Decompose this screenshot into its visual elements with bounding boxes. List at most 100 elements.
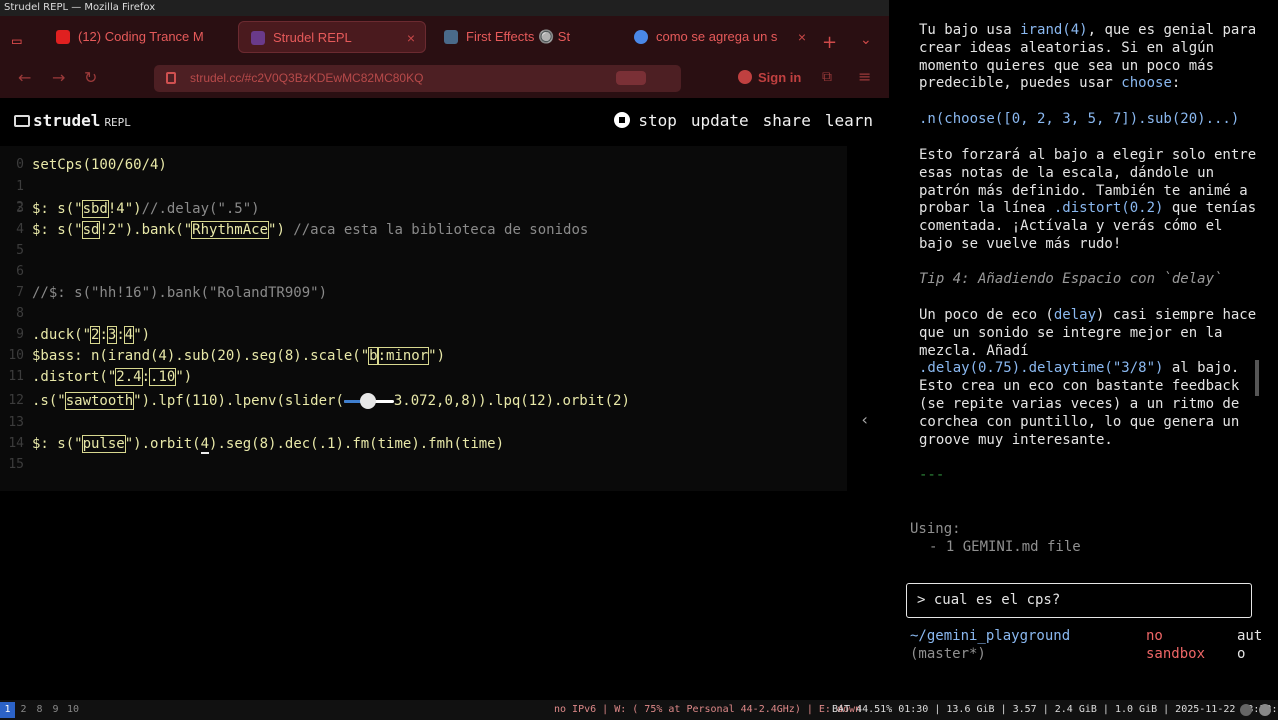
logo-sub: REPL [104, 116, 131, 129]
workspace-8[interactable]: 8 [32, 702, 47, 718]
lpenv-slider[interactable] [343, 393, 394, 409]
tab-youtube[interactable]: (12) Coding Trance M [44, 21, 232, 53]
tab-label: (12) Coding Trance M [78, 29, 204, 44]
code-text: : [116, 327, 125, 343]
code-text: !4") [107, 201, 142, 217]
using-item: - 1 GEMINI.md file [929, 539, 1081, 555]
code-text: $: s(" [32, 436, 83, 452]
code-text: : [141, 369, 151, 385]
window-title: Strudel REPL — Mozilla Firefox [0, 0, 889, 16]
tab-google[interactable]: como se agrega un s × [622, 21, 816, 53]
tab-strudel[interactable]: Strudel REPL × [238, 21, 426, 53]
sandbox-status: no [1146, 628, 1163, 644]
code-text: .distort(" [32, 369, 117, 385]
code-cursor: 4 [200, 436, 210, 454]
code-text: $: s(" [32, 222, 83, 238]
tab-first-effects[interactable]: First Effects 🔘 St [432, 21, 620, 53]
sandbox-status-2: sandbox [1146, 646, 1206, 662]
code-text: .s(" [32, 393, 66, 409]
terminal-window: Tu bajo usa irand(4), que es genial para… [889, 0, 1278, 700]
code-comment: //$: s("hh!16").bank("RolandTR909") [32, 285, 328, 301]
close-tab-icon[interactable]: × [407, 22, 415, 52]
terminal-scrollbar[interactable] [1255, 360, 1259, 396]
code-highlight: sbd [81, 200, 109, 218]
code-text: $bass: n(irand(4).sub(20).seg(8).scale(" [32, 348, 370, 364]
terminal-paragraph: Esto forzará al bajo a elegir solo entre… [919, 147, 1265, 252]
sign-in-button[interactable]: Sign in [738, 70, 801, 85]
close-tab-icon[interactable]: × [798, 21, 806, 53]
code-highlight: b [368, 347, 379, 365]
code-text: ).seg(8).dec(.1).fm(time).fmh(time) [209, 436, 505, 452]
model-status-2: o [1237, 646, 1246, 662]
code-text: setCps(100/60/4) [32, 157, 167, 173]
code-highlight: :minor [376, 347, 430, 365]
stop-label: stop [638, 111, 677, 130]
status-bar: 1 2 8 9 10 no IPv6 | W: ( 75% at Persona… [0, 700, 1278, 720]
slider-thumb[interactable] [359, 393, 376, 409]
strudel-logo-icon [14, 115, 30, 127]
tab-bar: ▭ (12) Coding Trance M Strudel REPL × Fi… [0, 16, 889, 58]
tab-label: como se agrega un s [656, 29, 778, 44]
strudel-page: strudel REPL stop update share learn 0 set… [0, 98, 889, 700]
strudel-logo: strudel REPL [14, 111, 131, 130]
terminal-code: .n(choose([0, 2, 3, 5, 7]).sub(20)...) [919, 111, 1240, 127]
sign-in-label: Sign in [758, 70, 802, 85]
reader-view-icon[interactable] [616, 71, 646, 85]
extensions-icon[interactable]: ⧉ [822, 69, 832, 85]
terminal-divider: --- [919, 467, 945, 483]
account-icon [738, 70, 752, 84]
tray-network-icon[interactable] [1259, 704, 1271, 716]
tray-app-icon[interactable] [1240, 704, 1252, 716]
system-status: BAT 44.51% 01:30 | 13.6 GiB | 3.57 | 2.4… [832, 704, 1278, 715]
code-text: ").orbit( [124, 436, 201, 452]
code-text: ") [268, 222, 285, 238]
workspace-9[interactable]: 9 [48, 702, 63, 718]
code-highlight: pulse [81, 435, 126, 453]
using-label: Using: [910, 521, 961, 537]
window-list-icon[interactable]: ▭ [12, 31, 22, 50]
lock-icon [166, 72, 176, 84]
strudel-favicon-icon [444, 30, 458, 44]
share-button[interactable]: share [763, 111, 811, 130]
code-highlight: .10 [149, 368, 177, 386]
code-text: ").lpf(110).lpenv(slider( [133, 393, 344, 409]
collapse-panel-icon[interactable]: ‹ [860, 410, 870, 429]
code-text: !2").bank(" [99, 222, 193, 238]
terminal-paragraph: Tu bajo usa irand(4), que es genial para… [919, 22, 1265, 92]
new-tab-icon[interactable]: + [822, 32, 837, 53]
back-icon[interactable]: ← [18, 68, 31, 87]
menu-icon[interactable]: ≡ [858, 67, 871, 86]
code-comment: //aca esta la biblioteca de sonidos [284, 222, 589, 238]
google-icon [634, 30, 648, 44]
code-text: ") [175, 369, 193, 385]
terminal-tip-heading: Tip 4: Añadiendo Espacio con `delay` [919, 271, 1223, 287]
nav-bar: ← → ↻ strudel.cc/#c2V0Q3BzKDEwMC82MC80KQ… [0, 58, 889, 98]
strudel-menu: stop update share learn [614, 111, 873, 130]
code-highlight: 4 [123, 326, 135, 344]
code-highlight: sawtooth [64, 392, 135, 410]
url-bar[interactable]: strudel.cc/#c2V0Q3BzKDEwMC82MC80KQ [154, 65, 681, 92]
tab-label: First Effects 🔘 St [466, 29, 571, 44]
prompt-input[interactable]: > cual es el cps? [906, 583, 1252, 618]
logo-text: strudel [33, 111, 101, 130]
code-text: ") [428, 348, 446, 364]
forward-icon[interactable]: → [52, 68, 65, 87]
learn-button[interactable]: learn [825, 111, 873, 130]
update-button[interactable]: update [691, 111, 749, 130]
chevron-down-icon[interactable]: ⌄ [860, 32, 872, 48]
url-text: strudel.cc/#c2V0Q3BzKDEwMC82MC80KQ [190, 71, 424, 85]
code-comment: //.delay(".5") [141, 201, 260, 217]
tab-label: Strudel REPL [273, 30, 352, 45]
code-editor[interactable]: 0 setCps(100/60/4) 1 2 3 $: s("sbd!4")//.d… [0, 146, 847, 491]
code-text: ") [133, 327, 151, 343]
reload-icon[interactable]: ↻ [84, 68, 97, 87]
code-highlight: sd [81, 221, 101, 239]
workspace-2[interactable]: 2 [16, 702, 31, 718]
stop-button[interactable]: stop [614, 111, 677, 130]
firefox-window: Strudel REPL — Mozilla Firefox ▭ (12) Co… [0, 0, 889, 700]
strudel-favicon-icon [251, 31, 265, 45]
code-text: 3.072,0,8)).lpq(12).orbit(2) [393, 393, 630, 409]
workspace-10[interactable]: 10 [64, 702, 82, 718]
code-highlight: 2.4 [115, 368, 143, 386]
workspace-1[interactable]: 1 [0, 702, 15, 718]
